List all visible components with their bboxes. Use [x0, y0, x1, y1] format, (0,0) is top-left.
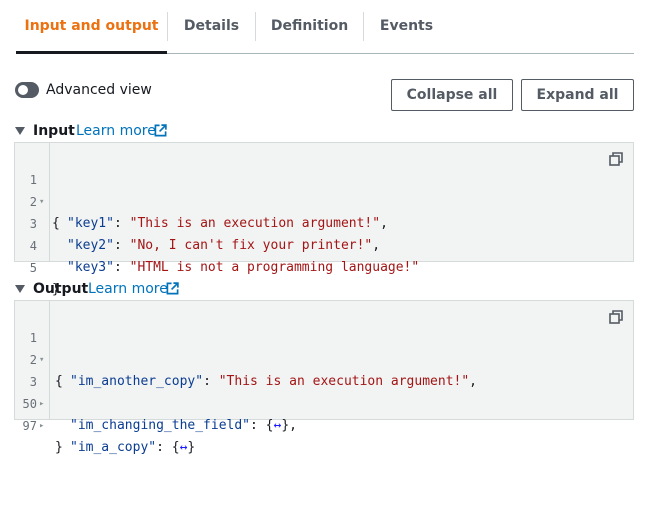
json-colon: : — [113, 260, 130, 275]
code-line: 2 "im_another_copy": "This is an executi… — [15, 327, 633, 389]
tab-bar: Input and output Details Definition Even… — [16, 0, 634, 54]
code-line: 3 ▸ "im_changing_the_field": {↔}, — [15, 349, 633, 433]
tab-definition[interactable]: Definition — [256, 0, 363, 53]
code-line: 97 } — [15, 393, 633, 455]
json-string-value: "HTML is not a programming language!" — [129, 260, 420, 275]
collapse-all-button[interactable]: Collapse all — [391, 79, 513, 111]
caret-down-icon[interactable] — [15, 127, 25, 135]
input-title: Input — [33, 123, 75, 139]
brace: { — [265, 418, 274, 433]
execution-io-page: Input and output Details Definition Even… — [0, 0, 654, 515]
json-key: "im_a_copy" — [70, 440, 157, 455]
line-number: 5 — [29, 261, 37, 275]
advanced-view-label: Advanced view — [46, 82, 152, 98]
caret-down-icon[interactable] — [15, 285, 25, 293]
external-link-icon[interactable] — [154, 124, 167, 137]
code-line: 50 ▸ "im_a_copy": {↔} — [15, 371, 633, 455]
copy-icon[interactable] — [609, 152, 623, 166]
code-line: 1 ▾ { — [15, 305, 633, 389]
external-link-icon[interactable] — [166, 282, 179, 295]
code-line: 5 } — [15, 235, 633, 297]
brace: } — [55, 440, 63, 455]
json-colon: : — [156, 440, 172, 455]
input-section-header: Input Learn more — [15, 122, 215, 140]
json-key: "key3" — [67, 260, 114, 275]
brace: } — [187, 440, 196, 455]
toggle-knob — [18, 85, 28, 95]
json-key: "im_changing_the_field" — [70, 418, 251, 433]
code-line: 1 ▾ { — [15, 147, 633, 231]
brace: } — [281, 418, 290, 433]
advanced-view-toggle[interactable] — [15, 82, 39, 98]
copy-icon[interactable] — [609, 310, 623, 324]
input-code-panel[interactable]: 1 ▾ { 2 "key1": "This is an execution ar… — [14, 142, 634, 297]
code-line: 4 "key3": "HTML is not a programming lan… — [15, 213, 633, 275]
tab-input-and-output[interactable]: Input and output — [16, 0, 167, 54]
line-number: 97 — [22, 419, 37, 433]
expand-all-button[interactable]: Expand all — [521, 79, 634, 111]
output-code-panel[interactable]: 1 ▾ { 2 "im_another_copy": "This is an e… — [14, 300, 634, 455]
tab-details[interactable]: Details — [168, 0, 255, 53]
brace: { — [171, 440, 180, 455]
json-colon: : — [250, 418, 266, 433]
output-learn-more-link[interactable]: Learn more — [88, 280, 168, 298]
tab-events[interactable]: Events — [364, 0, 449, 53]
output-title: Output — [33, 281, 89, 297]
json-comma: , — [289, 418, 297, 433]
output-section-header: Output Learn more — [15, 280, 215, 298]
code-line: 3 "key2": "No, I can't fix your printer!… — [15, 191, 633, 253]
code-line: 2 "key1": "This is an execution argument… — [15, 169, 633, 231]
input-learn-more-link[interactable]: Learn more — [76, 122, 156, 140]
